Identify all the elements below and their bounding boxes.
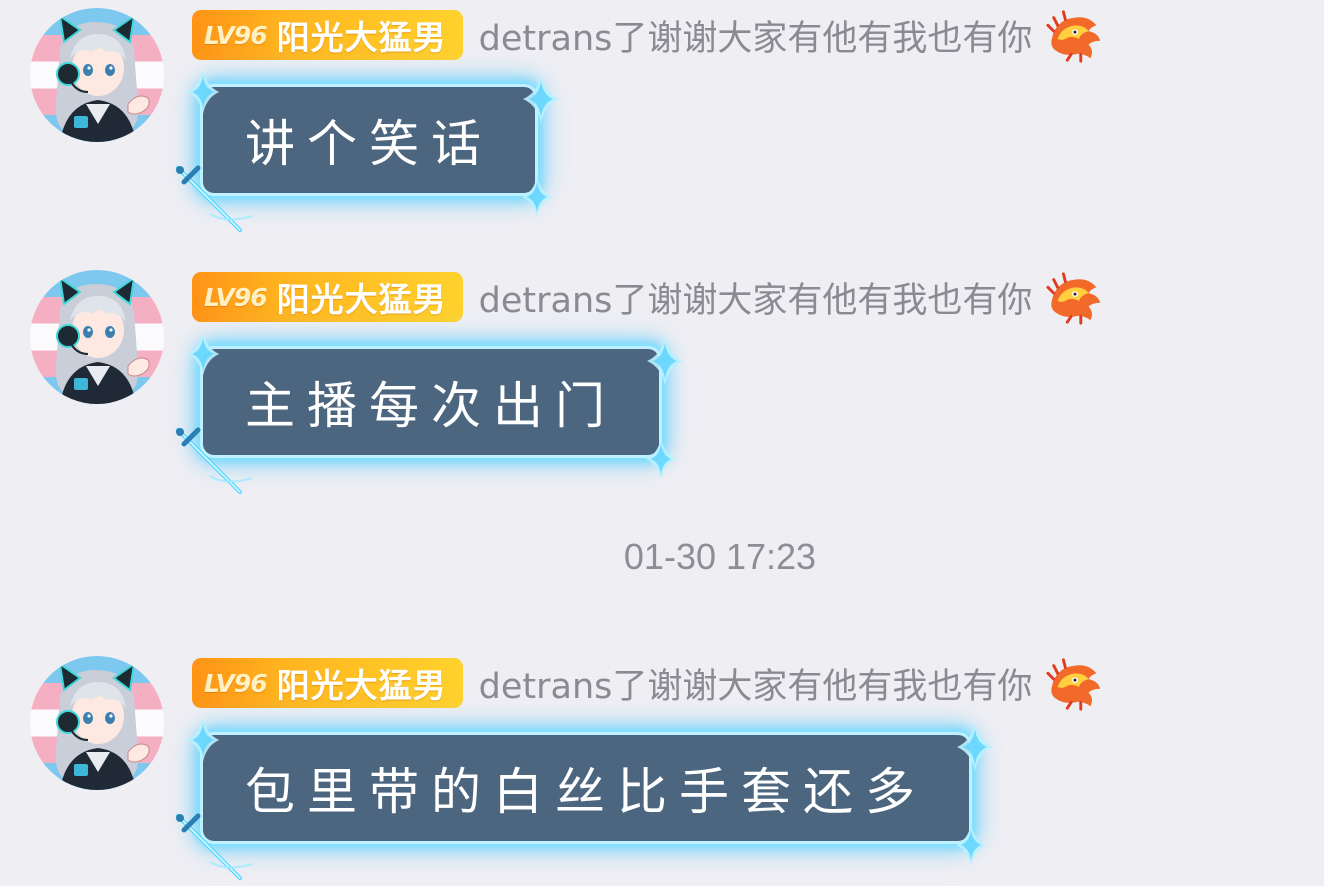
anime-girl-avatar-icon — [54, 15, 151, 142]
level-badge[interactable]: LV96 阳光大猛男 — [192, 658, 463, 708]
anime-girl-avatar-icon — [54, 663, 151, 790]
message-header: LV96 阳光大猛男 detrans了谢谢大家有他有我也有你 — [192, 8, 1104, 63]
level-badge[interactable]: LV96 阳光大猛男 — [192, 10, 463, 60]
message-text: 包里带的白丝比手套还多 — [245, 763, 927, 821]
level-text: LV96 — [204, 20, 268, 50]
badge-name: 阳光大猛男 — [276, 666, 447, 705]
level-text: LV96 — [204, 282, 268, 312]
message-header: LV96 阳光大猛男 detrans了谢谢大家有他有我也有你 — [192, 270, 1104, 325]
sparkle-icon — [523, 75, 559, 123]
sparkle-icon — [186, 70, 220, 114]
sparkle-icon — [645, 438, 677, 480]
dragon-icon — [1046, 658, 1102, 711]
anime-girl-avatar-icon — [54, 277, 151, 404]
dragon-icon — [1046, 10, 1102, 63]
level-text: LV96 — [204, 668, 268, 698]
message-bubble-wrap: 包里带的白丝比手套还多 — [176, 718, 993, 866]
chat-message: LV96 阳光大猛男 detrans了谢谢大家有他有我也有你 主播每次出门 — [0, 262, 1324, 502]
username[interactable]: detrans了谢谢大家有他有我也有你 — [479, 658, 1033, 709]
user-avatar[interactable] — [30, 8, 164, 142]
user-avatar[interactable] — [30, 270, 164, 404]
sparkle-icon — [955, 824, 987, 866]
sparkle-icon — [186, 332, 220, 376]
message-text: 主播每次出门 — [245, 377, 617, 435]
username[interactable]: detrans了谢谢大家有他有我也有你 — [479, 272, 1033, 323]
badge-name: 阳光大猛男 — [276, 280, 447, 319]
chat-message: LV96 阳光大猛男 detrans了谢谢大家有他有我也有你 讲个笑话 — [0, 0, 1324, 240]
badge-name: 阳光大猛男 — [276, 18, 447, 57]
username[interactable]: detrans了谢谢大家有他有我也有你 — [479, 10, 1033, 61]
message-bubble[interactable]: 讲个笑话 — [186, 70, 559, 218]
message-bubble-wrap: 主播每次出门 — [176, 332, 683, 480]
message-bubble-wrap: 讲个笑话 — [176, 70, 559, 218]
chat-message: LV96 阳光大猛男 detrans了谢谢大家有他有我也有你 包里带的白丝比手套… — [0, 648, 1324, 886]
sparkle-icon — [647, 337, 683, 385]
sparkle-icon — [957, 723, 993, 771]
message-bubble[interactable]: 主播每次出门 — [186, 332, 683, 480]
message-text: 讲个笑话 — [245, 115, 493, 173]
sparkle-icon — [186, 718, 220, 762]
timestamp-divider: 01-30 17:23 — [623, 536, 817, 577]
user-avatar[interactable] — [30, 656, 164, 790]
message-bubble[interactable]: 包里带的白丝比手套还多 — [186, 718, 993, 866]
chat-area: LV96 阳光大猛男 detrans了谢谢大家有他有我也有你 讲个笑话 LV96… — [0, 0, 1324, 886]
level-badge[interactable]: LV96 阳光大猛男 — [192, 272, 463, 322]
message-header: LV96 阳光大猛男 detrans了谢谢大家有他有我也有你 — [192, 656, 1104, 711]
sparkle-icon — [521, 176, 553, 218]
dragon-icon — [1046, 272, 1102, 325]
